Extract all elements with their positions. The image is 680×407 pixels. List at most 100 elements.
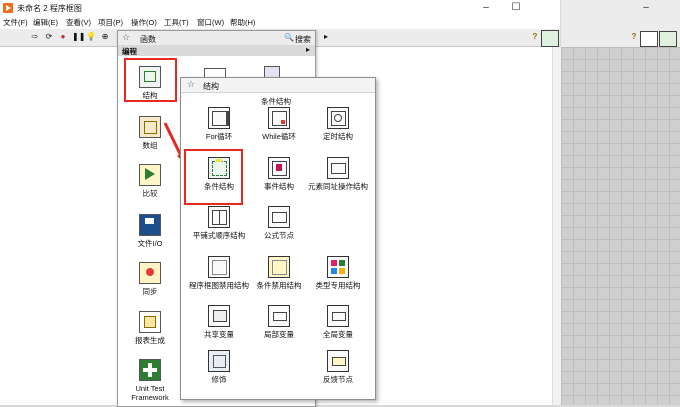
menu-view[interactable]: 查看(V)	[66, 17, 91, 28]
feedback-node-icon	[327, 350, 349, 372]
palette-category-bar[interactable]: 编程 ▸	[118, 45, 315, 56]
structure-item-formula-node[interactable]: 公式节点	[248, 206, 310, 240]
structure-item-label: 程序框图禁用结构	[189, 281, 249, 290]
structure-item-label: 反馈节点	[323, 375, 353, 384]
palette-item-synchronization[interactable]: 同步	[125, 262, 175, 296]
fp-vi-icon	[659, 31, 677, 47]
structure-item-label: 条件禁用结构	[256, 281, 302, 290]
timed-structure-icon	[327, 107, 349, 129]
fp-minimize-button[interactable]: –	[636, 1, 656, 15]
local-variable-icon	[268, 305, 290, 327]
subpalette-title: 结构	[203, 82, 219, 91]
toolbar-dropdown-icon[interactable]: ▸	[323, 32, 329, 42]
structure-item-decorations[interactable]: 修饰	[188, 350, 250, 384]
structure-item-local-variable[interactable]: 局部变量	[248, 305, 310, 339]
structure-item-for-loop[interactable]: For循环	[188, 107, 250, 141]
structure-item-label: 公式节点	[264, 231, 294, 240]
structure-item-in-place[interactable]: 元素同址操作结构	[307, 157, 369, 191]
context-help-icon[interactable]: ?	[530, 32, 540, 42]
structure-item-label: 类型专用结构	[315, 281, 361, 290]
palette-item-report-generation[interactable]: 报表生成	[125, 311, 175, 345]
category-expand-icon[interactable]: ▸	[306, 45, 310, 54]
palette-item-file-io[interactable]: 文件I/O	[125, 214, 175, 248]
menu-operate[interactable]: 操作(O)	[131, 17, 157, 28]
run-continuously-icon[interactable]: ⟳	[44, 32, 54, 42]
palette-item-label: 文件I/O	[137, 239, 163, 248]
structure-item-label: 局部变量	[264, 330, 294, 339]
structure-item-type-specialization[interactable]: 类型专用结构	[307, 256, 369, 290]
while-loop-icon	[268, 107, 290, 129]
fp-context-help-icon[interactable]: ?	[629, 32, 639, 42]
unit-test-icon	[139, 359, 161, 381]
category-label: 编程	[122, 47, 137, 56]
pause-icon[interactable]: ❚❚	[72, 32, 85, 42]
palette-item-label: 比较	[142, 189, 158, 198]
structure-item-label: While循环	[262, 132, 296, 141]
structure-item-label: 事件结构	[264, 182, 294, 191]
retain-wire-values-icon[interactable]: ⊕	[100, 32, 110, 42]
file-io-icon	[139, 214, 161, 236]
subpalette-pin-icon[interactable]: ☆	[187, 79, 195, 90]
menu-tools[interactable]: 工具(T)	[164, 17, 189, 28]
global-variable-icon	[327, 305, 349, 327]
decorations-icon	[208, 350, 230, 372]
front-panel-toolbar: ?	[561, 29, 680, 47]
window-title: 未命名 2 程序框图	[17, 4, 82, 13]
structure-item-diagram-disable[interactable]: 程序框图禁用结构	[188, 256, 250, 290]
menu-edit[interactable]: 编辑(E)	[33, 17, 58, 28]
structure-item-event[interactable]: 事件结构	[248, 157, 310, 191]
structure-item-conditional-disable[interactable]: 条件禁用结构	[248, 256, 310, 290]
abort-icon[interactable]: ●	[58, 32, 68, 42]
structure-item-label: For循环	[205, 132, 233, 141]
palette-item-label: 同步	[142, 287, 158, 296]
structure-item-label: 平铺式顺序结构	[192, 231, 246, 240]
highlight-structures	[124, 58, 177, 102]
minimize-button[interactable]: –	[476, 1, 496, 15]
labview-app-icon	[3, 3, 13, 13]
structure-item-while-loop[interactable]: While循环	[248, 107, 310, 141]
menu-project[interactable]: 项目(P)	[98, 17, 123, 28]
structure-item-global-variable[interactable]: 全局变量	[307, 305, 369, 339]
report-generation-icon	[139, 311, 161, 333]
synchronization-icon	[139, 262, 161, 284]
structure-item-label: 修饰	[211, 375, 227, 384]
front-panel-grid[interactable]	[561, 47, 680, 405]
structure-item-flat-sequence[interactable]: 平铺式顺序结构	[188, 206, 250, 240]
title-bar: 未命名 2 程序框图 – ☐	[0, 0, 560, 16]
diagram-disable-icon	[208, 256, 230, 278]
menu-window[interactable]: 窗口(W)	[197, 17, 224, 28]
formula-node-icon	[268, 206, 290, 228]
maximize-button[interactable]: ☐	[506, 1, 526, 15]
highlight-execution-icon[interactable]: 💡	[86, 32, 96, 42]
run-arrow-icon[interactable]: ⇨	[30, 32, 40, 42]
pin-icon[interactable]: ☆	[122, 32, 130, 43]
search-icon[interactable]: 🔍	[284, 33, 294, 42]
menu-bar: 文件(F) 编辑(E) 查看(V) 项目(P) 操作(O) 工具(T) 窗口(W…	[0, 16, 560, 29]
menu-file[interactable]: 文件(F)	[3, 17, 28, 28]
for-loop-icon	[208, 107, 230, 129]
event-structure-icon	[268, 157, 290, 179]
vi-icon	[541, 30, 559, 47]
search-button[interactable]: 搜索	[295, 34, 311, 45]
flat-sequence-icon	[208, 206, 230, 228]
palette-header: ☆ 函数 🔍 搜索	[118, 31, 315, 46]
structure-item-feedback-node[interactable]: 反馈节点	[307, 350, 369, 384]
connector-pane-icon	[640, 31, 658, 47]
structure-item-label: 定时结构	[323, 132, 353, 141]
highlight-case-structure	[184, 149, 243, 205]
palette-item-label: 报表生成	[135, 336, 165, 345]
comparison-icon	[139, 164, 161, 186]
conditional-disable-icon	[268, 256, 290, 278]
vertical-scrollbar[interactable]	[552, 47, 561, 405]
hover-tooltip-label: 条件结构	[261, 97, 291, 106]
in-place-element-icon	[327, 157, 349, 179]
front-panel-titlebar: –	[561, 0, 680, 16]
menu-help[interactable]: 帮助(H)	[230, 17, 255, 28]
structure-item-label: 元素同址操作结构	[308, 182, 368, 191]
structure-item-label: 全局变量	[323, 330, 353, 339]
subpalette-header: ☆ 结构	[181, 78, 375, 93]
structure-item-timed[interactable]: 定时结构	[307, 107, 369, 141]
palette-item-label: Unit Test Framework	[131, 384, 169, 402]
structure-item-shared-variable[interactable]: 共享变量	[188, 305, 250, 339]
palette-item-unit-test-framework[interactable]: Unit Test Framework	[125, 359, 175, 402]
